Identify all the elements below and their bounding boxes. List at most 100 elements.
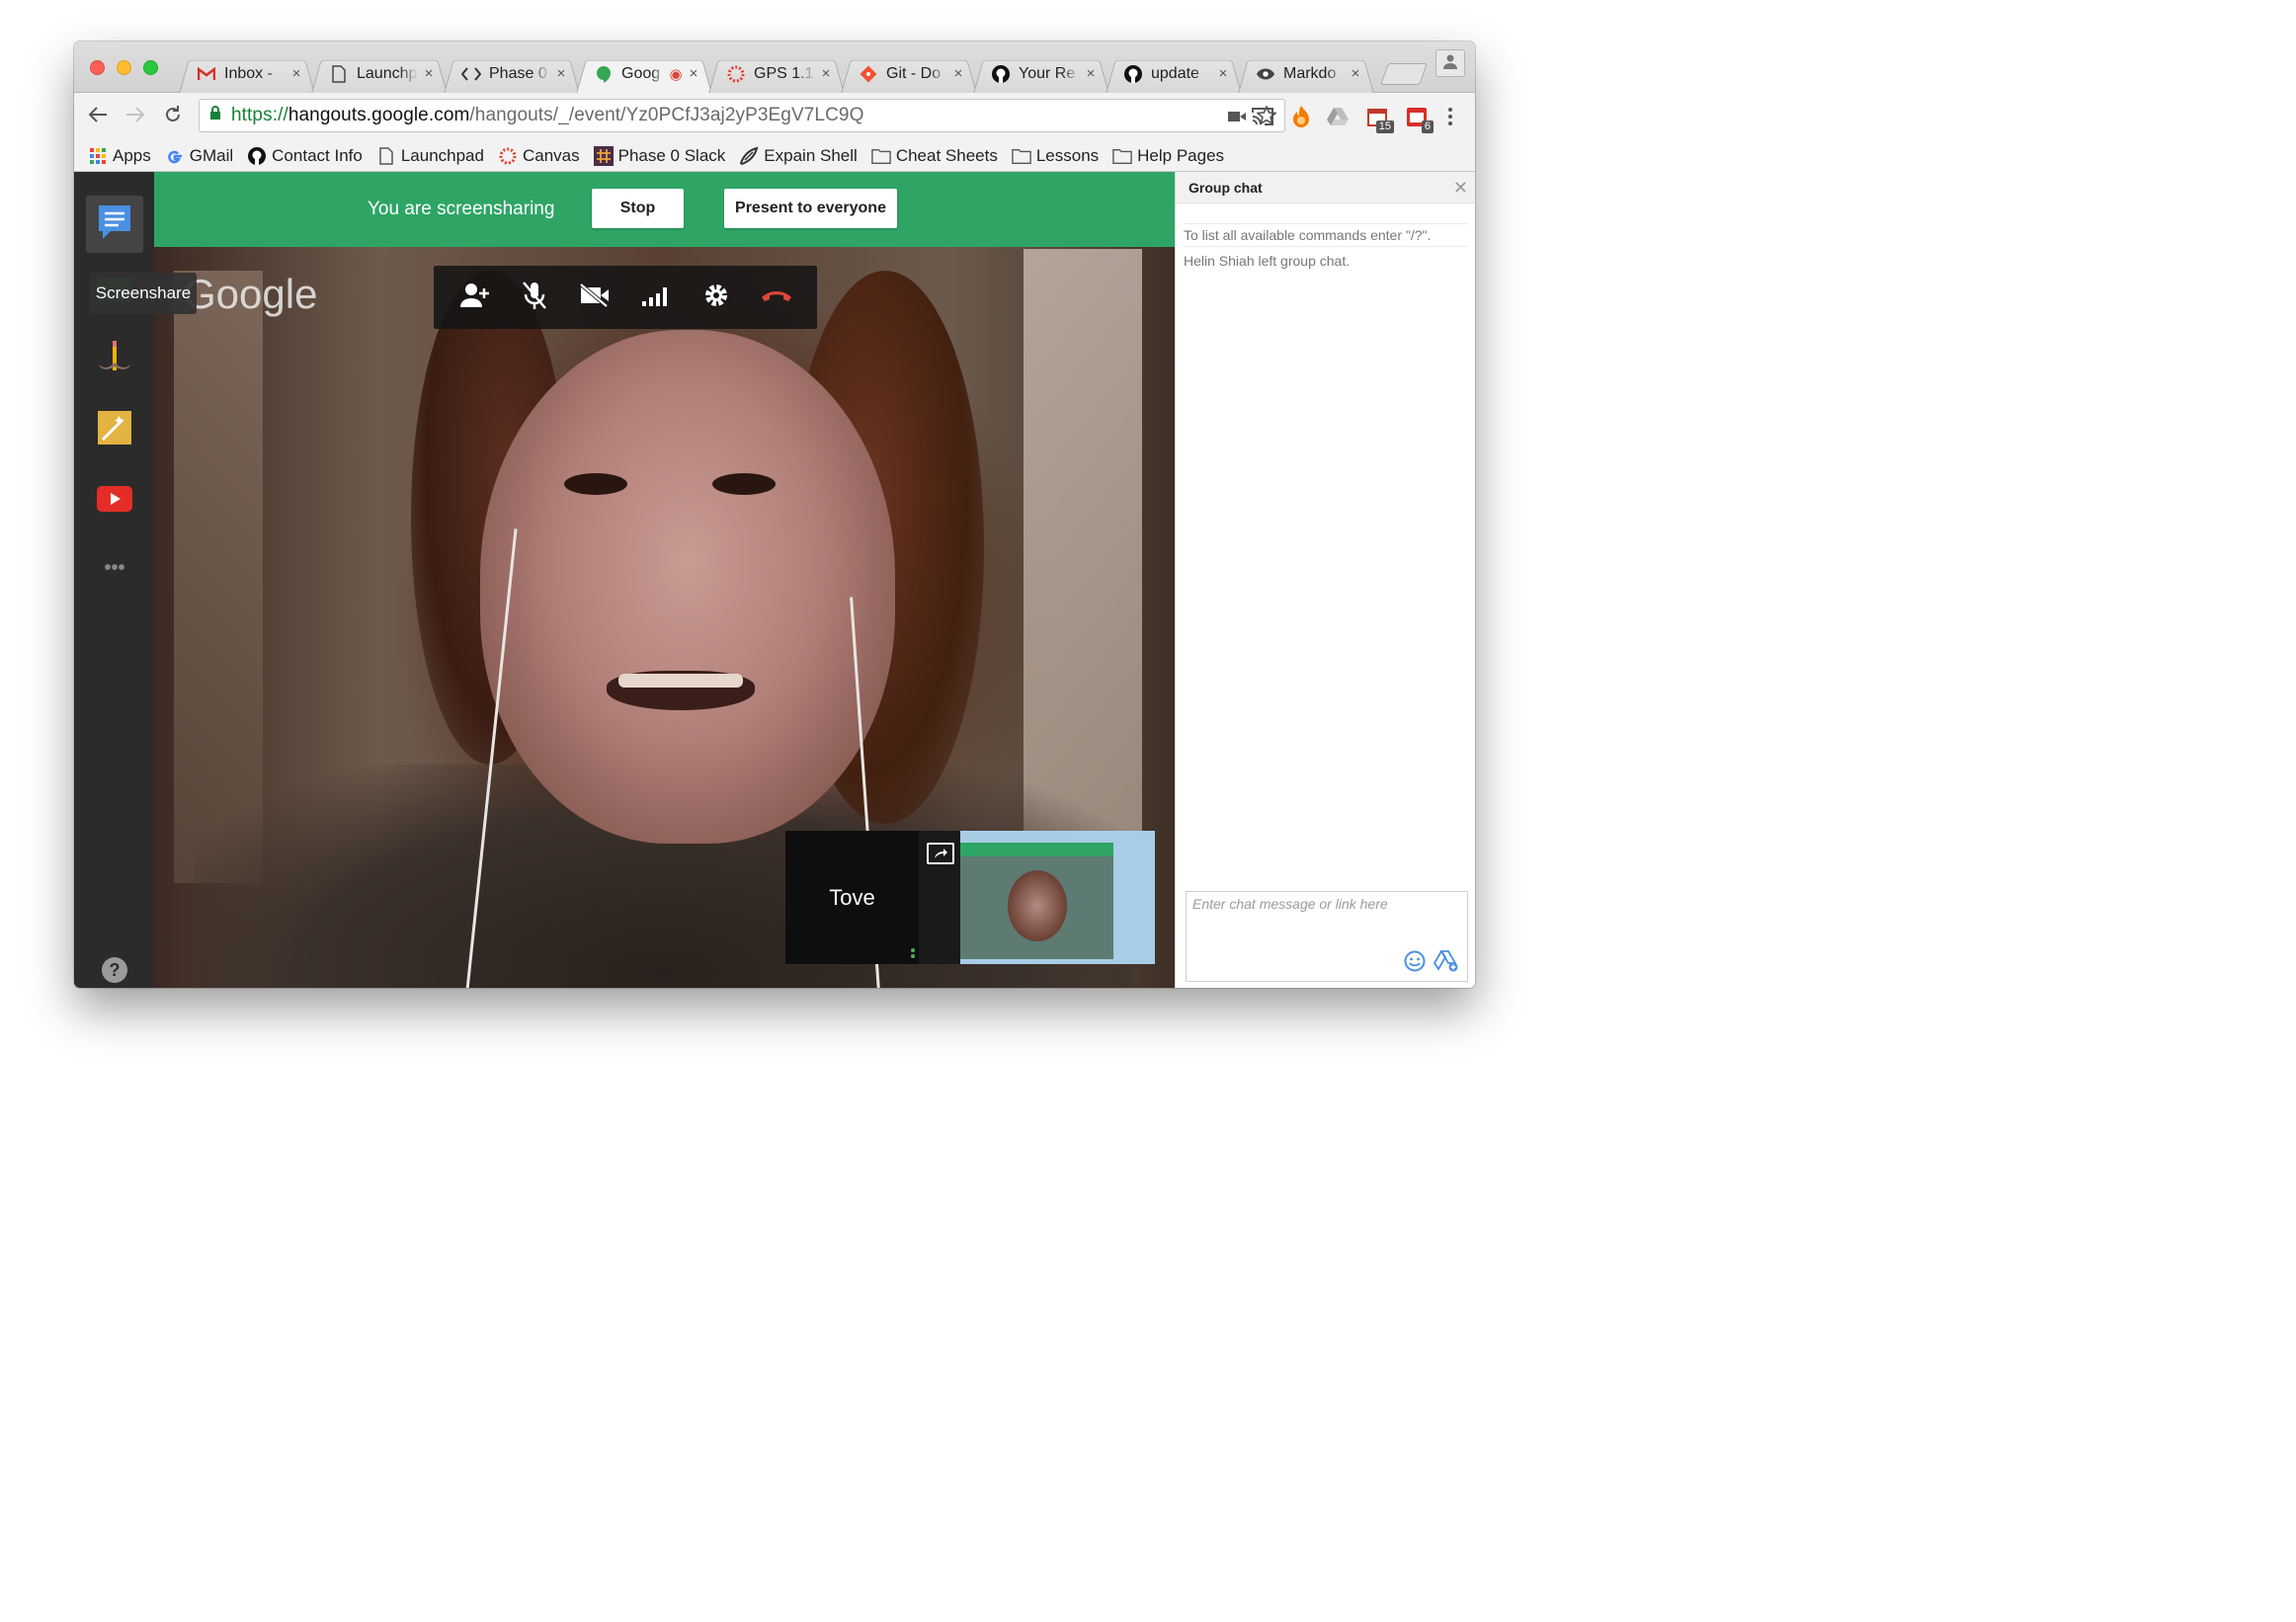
bookmark-help-pages[interactable]: Help Pages bbox=[1112, 146, 1224, 166]
git-icon bbox=[859, 64, 878, 84]
drive-icon[interactable] bbox=[1325, 104, 1351, 129]
cast-icon[interactable] bbox=[1250, 104, 1275, 129]
tab-git[interactable]: Git - Do × bbox=[841, 53, 977, 94]
magic-app-button[interactable] bbox=[94, 409, 135, 450]
camera-off-icon bbox=[579, 282, 611, 313]
tab-update[interactable]: update × bbox=[1106, 53, 1242, 94]
bookmark-cheat-sheets[interactable]: Cheat Sheets bbox=[871, 146, 998, 166]
screenshare-message: You are screensharing bbox=[368, 199, 555, 219]
more-apps-button[interactable]: ••• bbox=[94, 547, 135, 589]
bookmark-expain-shell[interactable]: Expain Shell bbox=[739, 146, 858, 166]
invite-people-button[interactable] bbox=[454, 278, 494, 317]
screenshare-tooltip: Screenshare bbox=[90, 273, 197, 314]
stop-sharing-button[interactable]: Stop bbox=[592, 189, 684, 228]
bookmark-gmail[interactable]: GMail bbox=[165, 146, 233, 166]
reload-button[interactable] bbox=[161, 105, 185, 128]
screenshare-thumbnail[interactable] bbox=[919, 831, 1155, 964]
tab-label: Git - Do bbox=[886, 64, 942, 82]
tab-label: Phase 0 bbox=[489, 64, 547, 82]
tab-phase-0[interactable]: Phase 0 × bbox=[444, 53, 580, 94]
tab-markdown[interactable]: Markdo × bbox=[1238, 53, 1374, 94]
google-watermark: Google bbox=[184, 271, 318, 317]
google-g-icon bbox=[165, 146, 185, 166]
participant-name: Tove bbox=[829, 884, 875, 910]
chat-app-button[interactable] bbox=[86, 196, 143, 253]
calendar-extension-icon[interactable]: 15 bbox=[1364, 104, 1394, 133]
call-controls bbox=[434, 266, 817, 329]
mute-mic-button[interactable] bbox=[515, 278, 554, 317]
audio-level-indicator bbox=[911, 948, 917, 964]
new-tab-button[interactable] bbox=[1379, 63, 1429, 85]
calendar-red-extension-icon[interactable]: 6 bbox=[1404, 104, 1434, 133]
tab-launchpad[interactable]: Launchpad × bbox=[311, 53, 448, 94]
bookmark-contact-info[interactable]: Contact Info bbox=[247, 146, 363, 166]
arrow-right-icon bbox=[125, 106, 145, 128]
shell-icon bbox=[739, 146, 759, 166]
help-icon[interactable]: ? bbox=[102, 957, 127, 983]
window-close-button[interactable] bbox=[90, 60, 105, 75]
youtube-app-button[interactable] bbox=[94, 480, 135, 522]
hangouts-icon bbox=[594, 64, 614, 84]
drive-attach-icon[interactable] bbox=[1433, 949, 1459, 975]
bookmark-launchpad[interactable]: Launchpad bbox=[376, 146, 484, 166]
mic-off-icon bbox=[522, 281, 547, 315]
hang-up-button[interactable] bbox=[757, 278, 796, 317]
chat-input[interactable]: Enter chat message or link here bbox=[1186, 891, 1468, 982]
tab-close-icon[interactable]: × bbox=[1216, 65, 1230, 82]
tab-close-icon[interactable]: × bbox=[554, 65, 568, 82]
calendar-badge: 15 bbox=[1375, 121, 1394, 133]
tab-close-icon[interactable]: × bbox=[289, 65, 303, 82]
fire-extension-icon[interactable] bbox=[1288, 104, 1314, 129]
document-icon bbox=[376, 146, 396, 166]
tab-label: Your Re bbox=[1019, 64, 1076, 82]
participant-tile[interactable]: Tove bbox=[785, 831, 919, 964]
bookmark-apps[interactable]: Apps bbox=[88, 146, 151, 166]
tab-close-icon[interactable]: × bbox=[951, 65, 965, 82]
tab-inbox[interactable]: Inbox - × bbox=[179, 53, 315, 94]
window-maximize-button[interactable] bbox=[143, 60, 158, 75]
emoji-icon[interactable] bbox=[1404, 950, 1426, 975]
folder-icon bbox=[1112, 146, 1132, 166]
tab-close-icon[interactable]: × bbox=[1349, 65, 1362, 82]
apps-sidebar: Screenshare ••• ? bbox=[74, 172, 197, 988]
turn-off-camera-button[interactable] bbox=[575, 278, 615, 317]
bookmark-phase-0-slack[interactable]: Phase 0 Slack bbox=[593, 145, 726, 166]
bookmark-canvas[interactable]: Canvas bbox=[498, 146, 580, 166]
tab-close-icon[interactable]: × bbox=[819, 65, 833, 82]
youtube-icon bbox=[96, 485, 133, 518]
close-icon[interactable]: ✕ bbox=[1453, 178, 1468, 199]
tab-close-icon[interactable]: × bbox=[422, 65, 436, 82]
bandwidth-button[interactable] bbox=[636, 278, 676, 317]
recording-icon: ◉ bbox=[669, 65, 683, 83]
chat-message: To list all available commands enter "/?… bbox=[1184, 223, 1468, 247]
bookmark-lessons[interactable]: Lessons bbox=[1012, 146, 1099, 166]
profile-button[interactable] bbox=[1435, 49, 1465, 77]
tab-your-repos[interactable]: Your Re × bbox=[973, 53, 1109, 94]
tab-hangouts[interactable]: Goog ◉ × bbox=[576, 53, 712, 94]
forward-button[interactable] bbox=[123, 105, 147, 128]
chat-message: Helin Shiah left group chat. bbox=[1184, 253, 1351, 269]
camera-icon[interactable] bbox=[1227, 108, 1247, 129]
effects-app-button[interactable] bbox=[94, 340, 135, 381]
arrow-left-icon bbox=[88, 106, 108, 128]
group-chat-panel: Group chat ✕ To list all available comma… bbox=[1175, 172, 1475, 988]
tab-gps[interactable]: GPS 1.1 × bbox=[708, 53, 845, 94]
document-icon bbox=[329, 64, 349, 84]
tab-close-icon[interactable]: × bbox=[1084, 65, 1098, 82]
settings-button[interactable] bbox=[697, 278, 736, 317]
tab-close-icon[interactable]: × bbox=[687, 65, 700, 82]
more-icon: ••• bbox=[104, 556, 125, 579]
apps-grid-icon bbox=[88, 146, 108, 166]
back-button[interactable] bbox=[86, 105, 110, 128]
participant-eye bbox=[712, 473, 776, 495]
chat-input-placeholder: Enter chat message or link here bbox=[1192, 896, 1388, 912]
preview-face bbox=[1008, 870, 1067, 941]
folder-icon bbox=[1012, 146, 1031, 166]
chrome-menu-icon[interactable] bbox=[1437, 104, 1463, 129]
present-to-everyone-button[interactable]: Present to everyone bbox=[724, 189, 897, 228]
address-bar[interactable]: https://hangouts.google.com/hangouts/_/e… bbox=[199, 99, 1285, 132]
window-minimize-button[interactable] bbox=[117, 60, 131, 75]
participant-face bbox=[480, 330, 895, 844]
person-icon bbox=[1442, 53, 1458, 74]
bookmark-label: Phase 0 Slack bbox=[617, 145, 726, 165]
